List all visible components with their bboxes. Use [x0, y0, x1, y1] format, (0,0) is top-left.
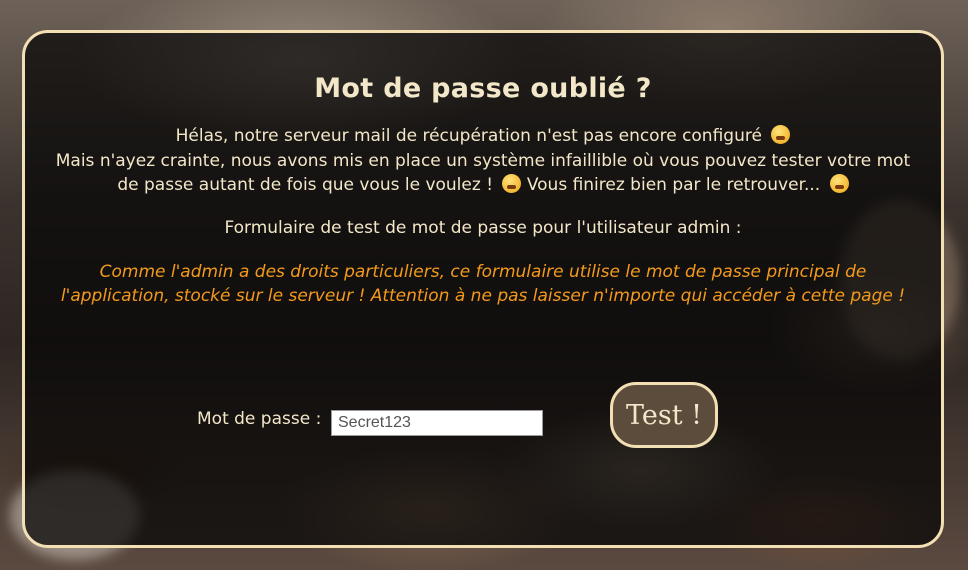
grimacing-face-icon: [771, 125, 791, 144]
intro-line-1: Hélas, notre serveur mail de récupératio…: [175, 126, 762, 146]
intro-line-3: Vous finirez bien par le retrouver...: [526, 175, 821, 195]
warning-text: Comme l'admin a des droits particuliers,…: [60, 261, 906, 306]
page-title: Mot de passe oublié ?: [314, 73, 652, 104]
winking-tongue-face-icon: [829, 174, 849, 193]
flushed-face-icon: [502, 174, 522, 193]
form-description: Formulaire de test de mot de passe pour …: [224, 217, 742, 238]
intro-text: Hélas, notre serveur mail de récupératio…: [25, 124, 941, 198]
password-input[interactable]: [331, 410, 543, 436]
password-label: Mot de passe :: [197, 409, 322, 429]
password-test-form: Mot de passe : Test !: [25, 381, 941, 455]
forgot-password-panel: Mot de passe oublié ? Hélas, notre serve…: [22, 30, 944, 548]
test-button[interactable]: Test !: [610, 382, 718, 448]
